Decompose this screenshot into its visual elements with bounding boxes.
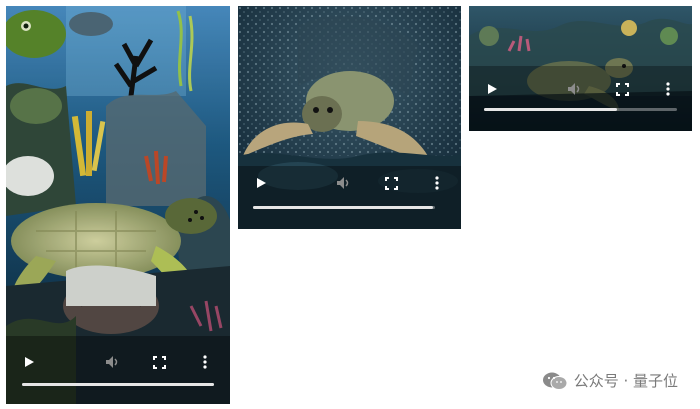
fullscreen-icon[interactable] [150,353,168,371]
progress-bar[interactable] [253,206,435,209]
more-icon[interactable] [431,174,443,192]
progress-bar-fill [22,383,214,386]
more-icon[interactable] [662,80,674,98]
video-frame-turtle-reef [6,6,230,404]
watermark-text: 公众号 · 量子位 [573,372,678,390]
video-player-3[interactable] [469,6,692,131]
watermark: 公众号 · 量子位 [542,370,678,391]
progress-bar[interactable] [22,383,214,386]
volume-icon[interactable] [104,353,122,371]
video-player-2[interactable] [238,6,461,229]
fullscreen-icon[interactable] [613,80,631,98]
progress-bar-fill [484,108,618,111]
volume-icon[interactable] [566,80,584,98]
progress-bar-fill [253,206,434,209]
more-icon[interactable] [199,353,211,371]
video-frame-turtle-swimming [238,6,461,229]
play-icon[interactable] [20,353,38,371]
video-player-1[interactable] [6,6,230,404]
fullscreen-icon[interactable] [382,174,400,192]
wechat-icon [542,372,568,390]
video-frame-turtle-reef-wide [469,6,692,131]
progress-bar[interactable] [484,108,677,111]
play-icon[interactable] [252,174,270,192]
play-icon[interactable] [483,80,501,98]
volume-icon[interactable] [335,174,353,192]
